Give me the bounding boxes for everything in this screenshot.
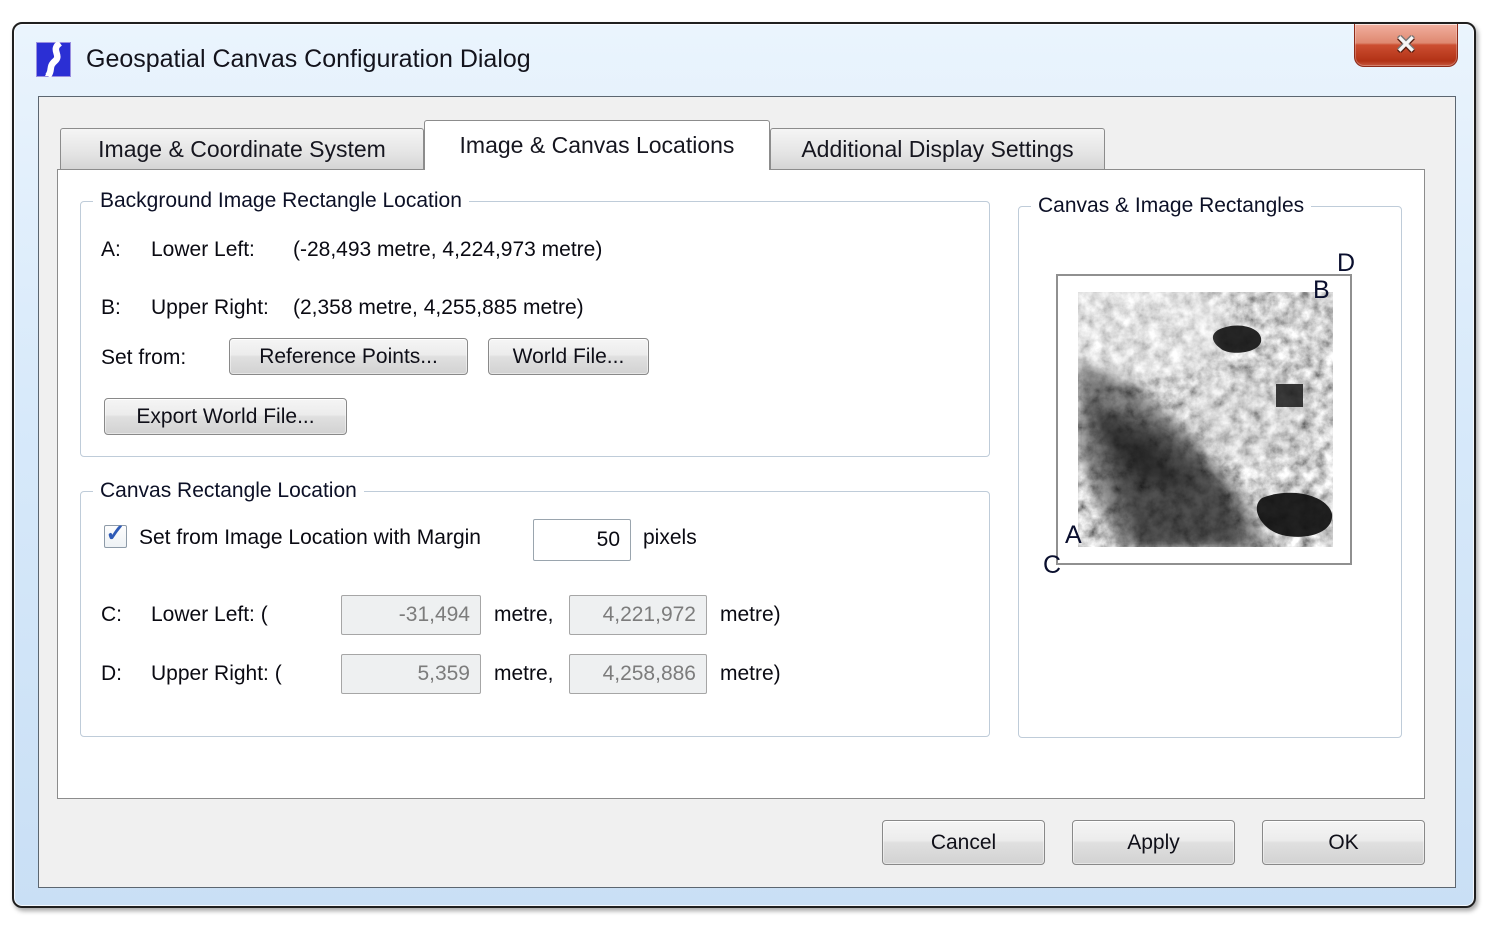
- metre-separator: metre,: [494, 603, 569, 627]
- canvas-upper-right-x-input: [341, 654, 481, 694]
- row-prefix: B:: [101, 296, 151, 320]
- set-from-label: Set from:: [101, 346, 186, 370]
- tab-image-canvas-locations[interactable]: Image & Canvas Locations: [424, 120, 770, 170]
- reference-points-button[interactable]: Reference Points...: [229, 338, 468, 375]
- corner-label-c: C: [1043, 553, 1061, 578]
- metre-suffix: metre): [720, 603, 781, 627]
- row-label: Upper Right:: [151, 296, 293, 320]
- row-value: (-28,493 metre, 4,224,973 metre): [293, 238, 602, 262]
- button-label: Cancel: [931, 831, 996, 855]
- margin-unit-label: pixels: [643, 526, 697, 550]
- row-upper-right-b: B: Upper Right: (2,358 metre, 4,255,885 …: [101, 296, 584, 320]
- canvas-lower-left-x-input: [341, 595, 481, 635]
- corner-label-d: D: [1337, 251, 1355, 276]
- group-canvas-rectangle: Canvas Rectangle Location ✓ Set from Ima…: [80, 491, 990, 737]
- window-title: Geospatial Canvas Configuration Dialog: [86, 45, 531, 74]
- corner-label-a: A: [1065, 523, 1082, 548]
- row-lower-left-c: C: Lower Left: ( metre, metre): [101, 595, 781, 635]
- tab-image-coordinate-system[interactable]: Image & Coordinate System: [60, 128, 424, 169]
- button-label: Reference Points...: [259, 345, 438, 369]
- checkmark-icon: ✓: [105, 522, 125, 546]
- metre-suffix: metre): [720, 662, 781, 686]
- group-title: Canvas Rectangle Location: [93, 479, 364, 503]
- satellite-image: [1078, 292, 1333, 547]
- tab-label: Additional Display Settings: [801, 136, 1073, 163]
- row-lower-left-a: A: Lower Left: (-28,493 metre, 4,224,973…: [101, 238, 602, 262]
- tab-additional-display-settings[interactable]: Additional Display Settings: [770, 128, 1105, 169]
- row-prefix: A:: [101, 238, 151, 262]
- close-icon: ✕: [1396, 33, 1417, 58]
- button-label: Export World File...: [136, 405, 314, 429]
- button-label: OK: [1328, 831, 1358, 855]
- title-bar: Geospatial Canvas Configuration Dialog: [36, 36, 531, 82]
- tab-label: Image & Canvas Locations: [460, 132, 735, 159]
- canvas-lower-left-y-input: [569, 595, 707, 635]
- tab-page-image-canvas-locations: Background Image Rectangle Location A: L…: [57, 169, 1425, 799]
- export-world-file-button[interactable]: Export World File...: [104, 398, 347, 435]
- dialog-window: Geospatial Canvas Configuration Dialog ✕…: [12, 22, 1476, 908]
- metre-separator: metre,: [494, 662, 569, 686]
- row-value: (2,358 metre, 4,255,885 metre): [293, 296, 584, 320]
- checkbox-label: Set from Image Location with Margin: [139, 526, 481, 550]
- group-canvas-image-rectangles: Canvas & Image Rectangles: [1018, 206, 1402, 738]
- group-title: Canvas & Image Rectangles: [1031, 194, 1311, 218]
- row-prefix: D:: [101, 662, 151, 686]
- margin-pixels-input[interactable]: [533, 519, 631, 561]
- canvas-upper-right-y-input: [569, 654, 707, 694]
- group-title: Background Image Rectangle Location: [93, 189, 469, 213]
- button-label: World File...: [513, 345, 625, 369]
- group-background-image-rectangle: Background Image Rectangle Location A: L…: [80, 201, 990, 457]
- apply-button[interactable]: Apply: [1072, 820, 1235, 865]
- world-file-button[interactable]: World File...: [488, 338, 649, 375]
- set-from-image-location-checkbox[interactable]: ✓: [104, 525, 127, 548]
- corner-label-b: B: [1313, 278, 1330, 303]
- row-upper-right-d: D: Upper Right: ( metre, metre): [101, 654, 781, 694]
- close-button[interactable]: ✕: [1354, 24, 1458, 67]
- cancel-button[interactable]: Cancel: [882, 820, 1045, 865]
- ok-button[interactable]: OK: [1262, 820, 1425, 865]
- app-icon: [36, 42, 71, 77]
- row-label: Upper Right: (: [151, 662, 341, 686]
- row-label: Lower Left: (: [151, 603, 341, 627]
- row-prefix: C:: [101, 603, 151, 627]
- button-label: Apply: [1127, 831, 1180, 855]
- dialog-client-area: Image & Coordinate System Image & Canvas…: [38, 96, 1456, 888]
- tab-label: Image & Coordinate System: [98, 136, 386, 163]
- row-label: Lower Left:: [151, 238, 293, 262]
